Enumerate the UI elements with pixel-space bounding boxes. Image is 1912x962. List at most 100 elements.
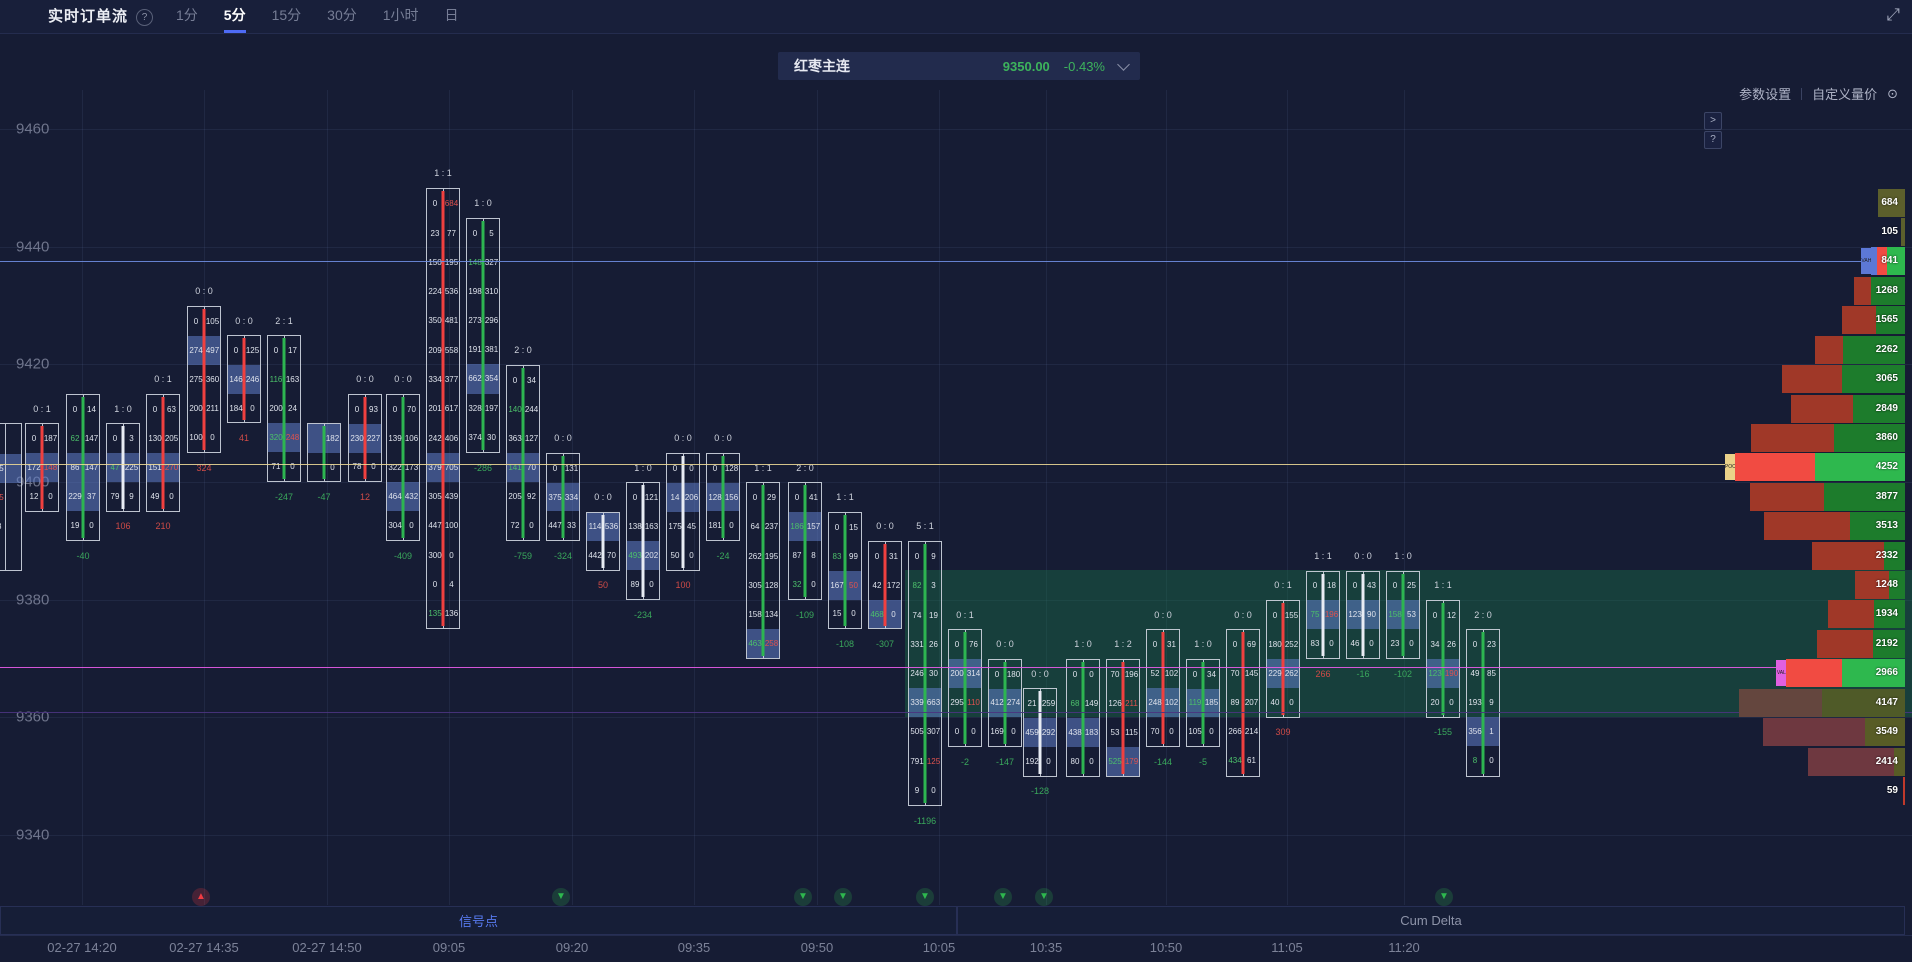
ask-volume-cell: 8 xyxy=(805,541,821,570)
footprint-candle[interactable]: 212594592921920 xyxy=(1023,688,1057,776)
signal-down-arrow[interactable]: ▼ xyxy=(552,888,570,906)
ask-volume-cell: 0 xyxy=(1403,629,1419,658)
tab-timeframe-1分[interactable]: 1分 xyxy=(176,0,198,33)
time-axis-label: 10:50 xyxy=(1150,940,1183,955)
time-axis-label: 09:35 xyxy=(678,940,711,955)
footprint-candle[interactable]: 015839916750150 xyxy=(828,512,862,630)
signal-up-arrow[interactable]: ▲ xyxy=(192,888,210,906)
footprint-candle[interactable]: 07620031429511000 xyxy=(948,629,982,747)
footprint-candle[interactable]: 013137533444733 xyxy=(546,453,580,541)
expand-panel-button[interactable]: > xyxy=(1704,112,1722,130)
ask-volume-cell: 14 xyxy=(83,395,99,424)
footprint-candle[interactable]: 03152102248102700 xyxy=(1146,629,1180,747)
footprint-candle[interactable]: 01251462461840 xyxy=(227,335,261,423)
custom-volume-price-button[interactable]: 自定义量价 xyxy=(1812,84,1877,103)
tab-timeframe-15分[interactable]: 15分 xyxy=(272,0,302,33)
footprint-candle[interactable]: 1165305530 xyxy=(0,423,22,570)
ask-volume-cell: 41 xyxy=(805,483,821,512)
ask-volume-cell: 0 xyxy=(1040,747,1056,776)
ask-volume-cell: 225 xyxy=(123,453,139,482)
footprint-candle[interactable]: 0121138163493202890 xyxy=(626,482,660,600)
footprint-candle[interactable]: 063130205151270490 xyxy=(146,394,180,512)
candle-body-line xyxy=(82,397,85,538)
footprint-candle[interactable]: 7019612621153115525179 xyxy=(1106,659,1140,777)
price-axis-label: 9420 xyxy=(16,356,49,373)
footprint-candle[interactable]: 0514832719831027329619138166235432819737… xyxy=(466,218,500,453)
footprint-candle[interactable]: 031421724680 xyxy=(868,541,902,629)
signal-down-arrow[interactable]: ▼ xyxy=(1035,888,1053,906)
instrument-selector[interactable]: 红枣主连 9350.00 -0.43% xyxy=(778,52,1140,80)
footprint-candle[interactable]: 02349851939356180 xyxy=(1466,629,1500,776)
tab-timeframe-日[interactable]: 日 xyxy=(445,0,459,33)
footprint-candle[interactable]: 014621478614722937190 xyxy=(66,394,100,541)
tab-timeframe-1小时[interactable]: 1小时 xyxy=(383,0,419,33)
help-icon[interactable]: ? xyxy=(136,9,153,26)
delta-label: -759 xyxy=(514,551,532,561)
candle-body-line xyxy=(1162,632,1165,744)
ask-volume-cell: 128 xyxy=(723,454,739,483)
footprint-candle[interactable]: 0684237715019522453635048120955833437720… xyxy=(426,188,460,629)
footprint-candle[interactable]: 02964237262195305128158134463258 xyxy=(746,482,780,659)
poc-tag: POC xyxy=(1725,454,1735,480)
panel-help-button[interactable]: ? xyxy=(1704,131,1722,149)
footprint-candle[interactable]: 069701458920726621443461 xyxy=(1226,629,1260,776)
footprint-candle[interactable]: 01711616320024320248710 xyxy=(267,335,301,482)
cum-delta-pane-label: Cum Delta xyxy=(1400,913,1461,928)
signal-down-arrow[interactable]: ▼ xyxy=(1435,888,1453,906)
cum-delta-pane[interactable]: Cum Delta xyxy=(957,906,1905,935)
volume-profile-value: 4147 xyxy=(1876,689,1898,717)
time-axis-label: 02-27 14:20 xyxy=(47,940,116,955)
candle-body-line xyxy=(1402,574,1405,656)
signal-down-arrow[interactable]: ▼ xyxy=(994,888,1012,906)
price-axis-label: 9440 xyxy=(16,238,49,255)
footprint-candle[interactable]: 0341402443631271417020592720 xyxy=(506,365,540,542)
ask-volume-cell xyxy=(5,483,21,512)
footprint-candle[interactable]: 0347225799 xyxy=(106,423,140,511)
ask-volume-cell: 195 xyxy=(763,542,779,571)
footprint-candle[interactable]: 093230227780 xyxy=(348,394,382,482)
footprint-candle[interactable]: 001420617545500 xyxy=(666,453,700,571)
footprint-candle[interactable]: 01804122741690 xyxy=(988,659,1022,747)
footprint-candle[interactable]: 0341191851050 xyxy=(1186,659,1220,747)
target-icon[interactable]: ⊙ xyxy=(1887,86,1898,102)
ask-volume-cell: 106 xyxy=(403,424,419,453)
ask-volume-cell: 214 xyxy=(1243,717,1259,746)
ask-volume-cell: 663 xyxy=(925,688,941,717)
footprint-candle[interactable]: 0187172148120 xyxy=(25,423,59,511)
ask-volume-cell: 70 xyxy=(403,395,419,424)
footprint-chart[interactable]: 9460944094209400938093609340684105VAH841… xyxy=(0,0,1912,962)
imbalance-ratio-label: 0 : 0 xyxy=(1154,610,1172,620)
volume-profile-value: 1934 xyxy=(1876,600,1898,628)
ask-volume-cell: 134 xyxy=(763,600,779,629)
footprint-candle[interactable]: 0068149438183800 xyxy=(1066,659,1100,777)
footprint-candle[interactable]: 0155180252229262400 xyxy=(1266,600,1300,718)
candle-body-line xyxy=(1122,662,1125,774)
footprint-candle[interactable]: 041186157878320 xyxy=(788,482,822,600)
footprint-candle[interactable]: 1820 xyxy=(307,423,341,482)
footprint-candle[interactable]: 0701391063221734644323040 xyxy=(386,394,420,541)
candle-body-line xyxy=(203,309,206,450)
footprint-candle[interactable]: 04312390460 xyxy=(1346,571,1380,659)
delta-label: -128 xyxy=(1031,786,1049,796)
tab-timeframe-30分[interactable]: 30分 xyxy=(327,0,357,33)
footprint-candle[interactable]: 01052744972753602002111000 xyxy=(187,306,221,453)
ask-volume-cell: 360 xyxy=(204,365,220,394)
footprint-candle[interactable]: 11453644270 xyxy=(586,512,620,571)
ask-volume-cell: 26 xyxy=(1443,630,1459,659)
collapse-icon[interactable]: ⤢ xyxy=(1886,5,1900,25)
tab-timeframe-5分[interactable]: 5分 xyxy=(224,0,246,33)
settings-button[interactable]: 参数设置 xyxy=(1739,84,1791,103)
footprint-candle[interactable]: 0123426123190200 xyxy=(1426,600,1460,718)
footprint-candle[interactable]: 098237419331262463033966350530779112590 xyxy=(908,541,942,806)
volume-profile-value: 841 xyxy=(1881,247,1898,275)
footprint-candle[interactable]: 01281281561810 xyxy=(706,453,740,541)
footprint-candle[interactable]: 02515853230 xyxy=(1386,571,1420,659)
volume-profile-value: 3065 xyxy=(1876,365,1898,393)
candle-body-line xyxy=(562,456,565,538)
footprint-candle[interactable]: 01875196830 xyxy=(1306,571,1340,659)
signal-down-arrow[interactable]: ▼ xyxy=(794,888,812,906)
signal-pane[interactable]: 信号点 xyxy=(0,906,957,935)
signal-down-arrow[interactable]: ▼ xyxy=(916,888,934,906)
ask-volume-cell: 684 xyxy=(443,189,459,218)
signal-down-arrow[interactable]: ▼ xyxy=(834,888,852,906)
